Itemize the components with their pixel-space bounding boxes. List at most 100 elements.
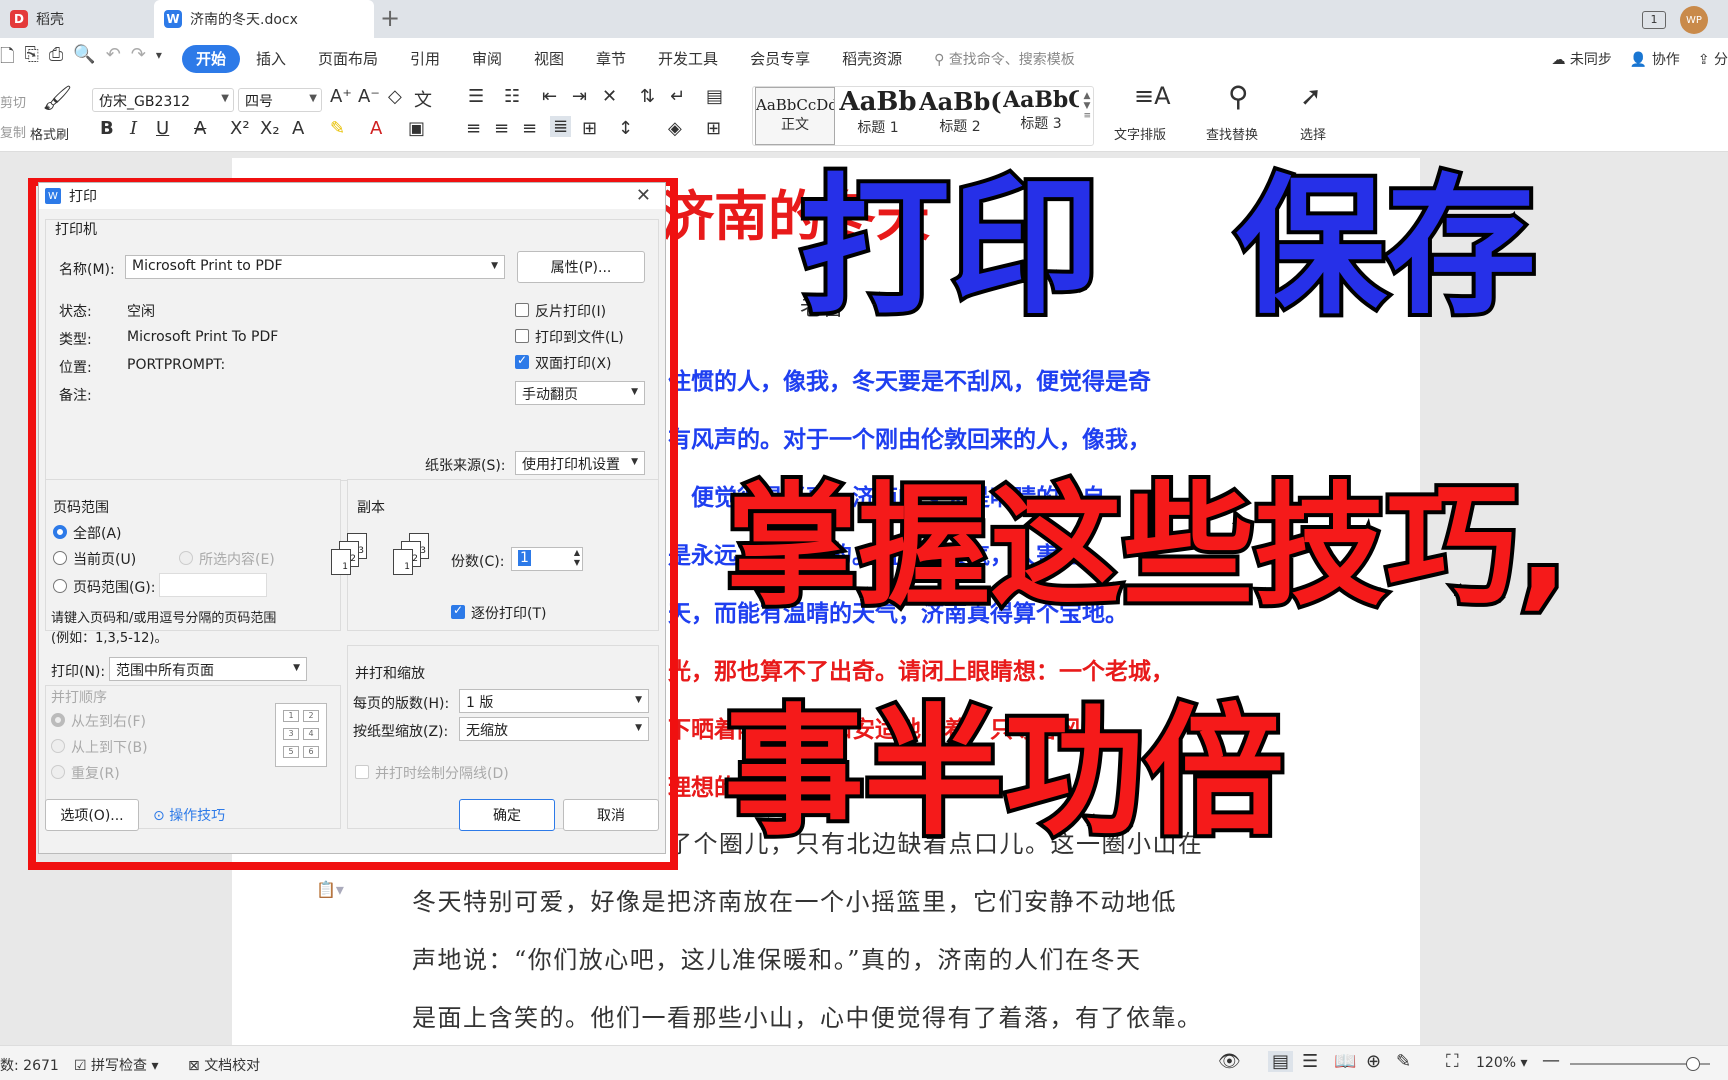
duplex-mode-select[interactable]: 手动翻页 ▼ — [515, 381, 645, 405]
menu-references[interactable]: 引用 — [394, 45, 456, 73]
new-tab-button[interactable]: + — [380, 4, 400, 32]
underline-icon[interactable]: U — [156, 118, 169, 139]
text-effect-icon[interactable]: A — [292, 118, 304, 139]
fit-window-icon[interactable]: ⛶ — [1446, 1051, 1459, 1072]
numbered-list-icon[interactable]: ☷ — [504, 86, 520, 107]
magnifier-icon[interactable]: ⚲ — [1228, 80, 1249, 113]
tips-link[interactable]: ⊙ 操作技巧 — [153, 805, 225, 825]
font-color-icon[interactable]: A — [370, 118, 382, 139]
text-layout-icon[interactable]: ≡A — [1134, 82, 1171, 110]
paper-source-select[interactable]: 使用打印机设置 ▼ — [515, 451, 645, 475]
phonetic-icon[interactable]: 文 — [414, 86, 432, 112]
printer-properties-button[interactable]: 属性(P)... — [517, 251, 645, 283]
share-button[interactable]: ⇪ 分享 — [1698, 49, 1728, 69]
shrink-font-icon[interactable]: A⁻ — [358, 86, 380, 107]
menu-home[interactable]: 开始 — [181, 45, 240, 73]
bold-icon[interactable]: B — [100, 118, 114, 139]
mirror-print-checkbox[interactable] — [515, 303, 529, 317]
gallery-scroll-icon[interactable]: ▲ ▼ ≡ — [1083, 91, 1091, 121]
text-layout-button[interactable]: 文字排版 — [1114, 124, 1166, 143]
grow-font-icon[interactable]: A⁺ — [330, 86, 352, 107]
tab-daoke[interactable]: D 稻壳 — [0, 0, 150, 38]
decrease-indent-icon[interactable]: ⇤ — [542, 86, 557, 107]
highlight-icon[interactable]: ✎ — [330, 118, 345, 139]
zoom-slider-thumb[interactable] — [1686, 1057, 1701, 1071]
align-right-icon[interactable]: ≡ — [522, 118, 537, 139]
doc-proof-button[interactable]: ⊠ 文档校对 — [188, 1055, 260, 1075]
menu-section[interactable]: 章节 — [580, 45, 642, 73]
italic-icon[interactable]: I — [130, 118, 137, 139]
menu-daoke[interactable]: 稻壳资源 — [826, 45, 918, 73]
superscript-icon[interactable]: X² — [230, 118, 250, 139]
options-button[interactable]: 选项(O)... — [45, 799, 139, 831]
order-lr-radio[interactable] — [51, 713, 65, 727]
sync-status[interactable]: ☁ 未同步 — [1551, 49, 1611, 69]
shading-icon[interactable]: ◈ — [668, 118, 682, 139]
char-border-icon[interactable]: ▣ — [408, 118, 425, 139]
copy-button[interactable]: 复制 — [0, 122, 26, 141]
align-center-icon[interactable]: ≡ — [494, 118, 509, 139]
close-icon[interactable]: ✕ — [636, 185, 651, 206]
sort-icon[interactable]: ⇅ — [640, 86, 655, 107]
outline-view-icon[interactable]: ☰ — [1302, 1051, 1318, 1072]
show-marks-icon[interactable]: ↵ — [670, 86, 685, 107]
zoom-slider[interactable] — [1570, 1057, 1710, 1071]
font-size-select[interactable]: 四号 ▼ — [238, 88, 322, 112]
order-repeat-radio[interactable] — [51, 765, 65, 779]
window-count-badge[interactable]: 1 — [1642, 11, 1666, 29]
range-all-radio[interactable] — [53, 525, 67, 539]
menu-member[interactable]: 会员专享 — [734, 45, 826, 73]
print-icon[interactable]: ⎙ — [49, 44, 63, 74]
borders-icon[interactable]: ⊞ — [706, 118, 721, 139]
align-left-icon[interactable]: ≡ — [466, 118, 481, 139]
redo-icon[interactable]: ↷ — [131, 44, 146, 74]
cut-button[interactable]: 剪切 — [0, 92, 26, 111]
menu-insert[interactable]: 插入 — [240, 45, 302, 73]
format-painter-button[interactable]: 格式刷 — [30, 124, 69, 143]
collate-checkbox[interactable] — [451, 603, 465, 619]
page-range-input[interactable] — [159, 573, 267, 597]
subscript-icon[interactable]: X₂ — [260, 118, 280, 139]
distribute-icon[interactable]: ⊞ — [582, 118, 597, 139]
strikethrough-icon[interactable]: A — [194, 118, 206, 139]
range-current-radio[interactable] — [53, 551, 67, 565]
line-spacing-icon[interactable]: ↕ — [618, 118, 633, 139]
pages-per-sheet-select[interactable]: 1 版 ▼ — [459, 689, 649, 713]
eye-icon[interactable]: 👁 — [1218, 1051, 1241, 1072]
ok-button[interactable]: 确定 — [459, 799, 555, 831]
ruler-icon[interactable]: ▤ — [706, 86, 723, 107]
copies-spinner[interactable]: ▲ ▼ — [574, 548, 580, 568]
command-search[interactable]: ⚲ 查找命令、搜索模板 — [934, 49, 1075, 69]
cancel-button[interactable]: 取消 — [563, 799, 659, 831]
save-icon[interactable]: 🗋 — [0, 44, 14, 74]
tab-document[interactable]: W 济南的冬天.docx — [154, 0, 374, 38]
chinese-layout-icon[interactable]: ✕ — [602, 86, 617, 107]
range-selection-radio[interactable] — [179, 551, 193, 565]
chevron-down-icon[interactable]: ▾ — [156, 44, 162, 74]
copies-input[interactable]: 1 ▲ ▼ — [511, 547, 583, 571]
scale-select[interactable]: 无缩放 ▼ — [459, 717, 649, 741]
menu-developer[interactable]: 开发工具 — [642, 45, 734, 73]
export-icon[interactable]: ⎘ — [24, 44, 38, 74]
preview-icon[interactable]: 🔍 — [73, 44, 95, 74]
zoom-level[interactable]: 120% ▾ — [1476, 1055, 1528, 1071]
undo-icon[interactable]: ↶ — [106, 44, 121, 74]
word-count[interactable]: 字数: 2671 — [0, 1055, 59, 1075]
zoom-out-icon[interactable]: — — [1542, 1050, 1560, 1071]
bullet-list-icon[interactable]: ☰ — [468, 86, 484, 107]
draw-borders-checkbox[interactable] — [355, 765, 369, 779]
avatar[interactable]: WP — [1680, 6, 1708, 34]
menu-page-layout[interactable]: 页面布局 — [302, 45, 394, 73]
paintbrush-icon[interactable]: 🖌 — [42, 84, 72, 112]
clear-format-icon[interactable]: ◇ — [388, 86, 402, 107]
page-view-icon[interactable]: ▤ — [1268, 1051, 1294, 1072]
duplex-checkbox[interactable] — [515, 353, 529, 369]
order-tb-radio[interactable] — [51, 739, 65, 753]
paste-options-icon[interactable]: 📋▾ — [316, 880, 344, 899]
cursor-icon[interactable]: ➚ — [1300, 82, 1322, 112]
reading-view-icon[interactable]: 📖 — [1334, 1051, 1356, 1072]
print-to-file-checkbox[interactable] — [515, 329, 529, 343]
print-which-select[interactable]: 范围中所有页面 ▼ — [109, 657, 307, 681]
collab-button[interactable]: 👤 协作 — [1630, 49, 1680, 69]
increase-indent-icon[interactable]: ⇥ — [572, 86, 587, 107]
